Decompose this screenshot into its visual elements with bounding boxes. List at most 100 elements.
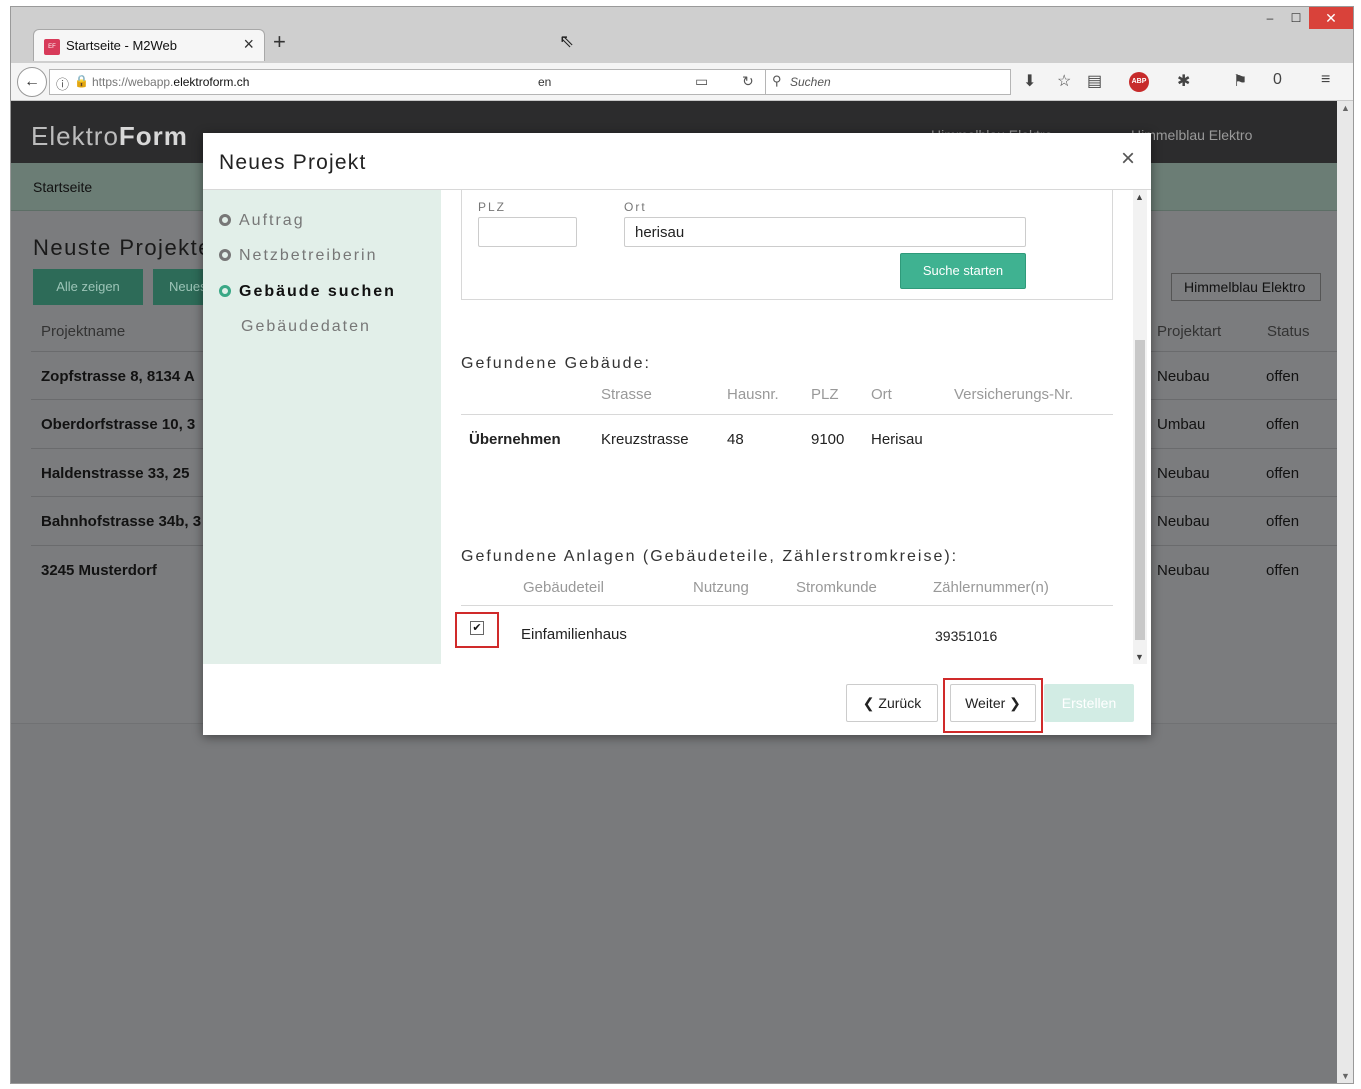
- uebernehmen-link[interactable]: Übernehmen: [469, 431, 561, 448]
- bookmarks-list-icon[interactable]: ▤: [1087, 71, 1102, 91]
- page-backdrop: [11, 723, 1337, 1083]
- window-close-icon[interactable]: ✕: [1309, 7, 1353, 29]
- step-gebaeudedaten[interactable]: Gebäudedaten: [241, 318, 371, 336]
- table-divider: [461, 605, 1113, 606]
- col-plz: PLZ: [811, 386, 839, 403]
- project-type: Umbau: [1157, 416, 1206, 433]
- modal-scrollbar[interactable]: ▲ ▼: [1133, 190, 1147, 664]
- project-name: Oberdorfstrasse 10, 3: [41, 416, 196, 433]
- col-strasse: Strasse: [601, 386, 652, 403]
- installation-checkbox[interactable]: ✔: [470, 621, 484, 635]
- search-placeholder: Suchen: [790, 75, 831, 89]
- new-tab-button[interactable]: +: [273, 29, 286, 55]
- show-all-button[interactable]: Alle zeigen: [33, 269, 143, 305]
- chevron-left-icon: ❮: [862, 695, 879, 711]
- wizard-steps: Auftrag Netzbetreiberin Gebäude suchen G…: [203, 190, 441, 664]
- reload-icon[interactable]: ↻: [742, 73, 754, 90]
- col-ort: Ort: [871, 386, 892, 403]
- reader-view-icon[interactable]: ▭: [695, 73, 708, 90]
- maximize-icon[interactable]: ☐: [1283, 7, 1309, 29]
- col-stromkunde: Stromkunde: [796, 579, 877, 596]
- scroll-up-icon[interactable]: ▲: [1135, 192, 1144, 202]
- chevron-right-icon: ❯: [1005, 695, 1021, 711]
- minimize-icon[interactable]: –: [1257, 7, 1283, 29]
- project-status: offen: [1266, 562, 1300, 579]
- project-status: offen: [1266, 513, 1300, 530]
- project-status: offen: [1266, 465, 1300, 482]
- project-type: Neubau: [1157, 368, 1210, 385]
- column-header-status: Status: [1267, 323, 1310, 340]
- breadcrumb[interactable]: Startseite: [33, 179, 92, 195]
- info-icon[interactable]: ⓘ: [56, 74, 69, 93]
- project-name: Zopfstrasse 8, 8134 A: [41, 368, 195, 385]
- project-name: 3245 Musterdorf: [41, 562, 157, 579]
- scroll-up-icon[interactable]: ▲: [1341, 103, 1350, 113]
- project-name: Bahnhofstrasse 34b, 3: [41, 513, 202, 530]
- mouse-cursor-icon: ⇖: [559, 31, 575, 51]
- search-icon: ⚲: [772, 73, 782, 88]
- step-gebaeude-suchen[interactable]: Gebäude suchen: [219, 283, 396, 301]
- lock-icon: 🔒: [74, 74, 89, 88]
- browser-titlebar: EF Startseite - M2Web × + ⇖ – ☐ ✕: [11, 7, 1353, 63]
- browser-tab[interactable]: EF Startseite - M2Web ×: [33, 29, 265, 61]
- col-nutzung: Nutzung: [693, 579, 749, 596]
- browser-window: EF Startseite - M2Web × + ⇖ – ☐ ✕ ← ⓘ 🔒 …: [10, 6, 1354, 1084]
- scrollbar-thumb[interactable]: [1135, 340, 1145, 640]
- extension-icon[interactable]: ✱: [1177, 71, 1190, 91]
- adblock-icon[interactable]: ABP: [1129, 72, 1149, 92]
- close-icon[interactable]: ×: [1121, 145, 1135, 173]
- step-circle-icon: [219, 214, 231, 226]
- next-button[interactable]: Weiter ❯: [950, 684, 1036, 722]
- column-header-type: Projektart: [1157, 323, 1222, 340]
- building-search-box: PLZ Ort herisau Suche starten: [461, 190, 1113, 300]
- download-icon[interactable]: ⬇: [1023, 71, 1036, 91]
- step-circle-icon: [219, 249, 231, 261]
- bookmark-star-icon[interactable]: ☆: [1057, 71, 1071, 91]
- step-auftrag[interactable]: Auftrag: [219, 212, 305, 230]
- col-versicherungs-nr: Versicherungs-Nr.: [954, 386, 1074, 403]
- project-type: Neubau: [1157, 562, 1210, 579]
- project-status: offen: [1266, 368, 1300, 385]
- modal-footer: ❮ Zurück Weiter ❯ Erstellen: [203, 664, 1151, 735]
- sync-icon[interactable]: ⚑: [1233, 71, 1247, 91]
- ort-input[interactable]: herisau: [624, 217, 1026, 247]
- url-bar[interactable]: ⓘ 🔒 https://webapp.elektroform.ch en ▭ ↻: [49, 69, 769, 95]
- back-button[interactable]: ❮ Zurück: [846, 684, 938, 722]
- elektroform-logo[interactable]: ElektroForm: [31, 121, 188, 152]
- step-netzbetreiberin[interactable]: Netzbetreiberin: [219, 247, 378, 265]
- browser-search-input[interactable]: ⚲ Suchen: [765, 69, 1011, 95]
- modal-body: PLZ Ort herisau Suche starten Gefundene …: [441, 190, 1131, 664]
- building-street: Kreuzstrasse: [601, 431, 689, 448]
- modal-title: Neues Projekt: [219, 151, 367, 174]
- site-favicon-icon: EF: [44, 39, 60, 55]
- project-type: Neubau: [1157, 513, 1210, 530]
- installation-part: Einfamilienhaus: [521, 626, 627, 643]
- url-language: en: [538, 75, 552, 89]
- col-zaehlernummer: Zählernummer(n): [933, 579, 1049, 596]
- search-start-button[interactable]: Suche starten: [900, 253, 1026, 289]
- plz-input[interactable]: [478, 217, 577, 247]
- url-text: https://webapp.elektroform.ch: [92, 75, 250, 89]
- building-ort: Herisau: [871, 431, 923, 448]
- page-scrollbar[interactable]: ▲ ▼: [1337, 101, 1353, 1083]
- notification-badge-icon[interactable]: 0: [1273, 71, 1282, 89]
- meter-number: 39351016: [935, 628, 998, 644]
- back-arrow-icon[interactable]: ←: [17, 67, 47, 97]
- scroll-down-icon[interactable]: ▼: [1135, 652, 1144, 662]
- tab-close-icon[interactable]: ×: [243, 34, 254, 55]
- org-select[interactable]: Himmelblau Elektro: [1171, 273, 1321, 301]
- new-project-modal: Neues Projekt × Auftrag Netzbetreiberin …: [203, 133, 1151, 735]
- project-status: offen: [1266, 416, 1300, 433]
- found-buildings-title: Gefundene Gebäude:: [461, 355, 651, 372]
- menu-hamburger-icon[interactable]: ≡: [1321, 71, 1330, 89]
- column-header-name: Projektname: [41, 323, 126, 340]
- scroll-down-icon[interactable]: ▼: [1341, 1071, 1350, 1081]
- page-title: Neuste Projekte: [33, 235, 213, 260]
- create-button[interactable]: Erstellen: [1044, 684, 1134, 722]
- ort-label: Ort: [624, 200, 647, 214]
- step-circle-icon: [219, 285, 231, 297]
- project-type: Neubau: [1157, 465, 1210, 482]
- project-name: Haldenstrasse 33, 25: [41, 465, 190, 482]
- plz-label: PLZ: [478, 200, 507, 214]
- table-divider: [461, 414, 1113, 415]
